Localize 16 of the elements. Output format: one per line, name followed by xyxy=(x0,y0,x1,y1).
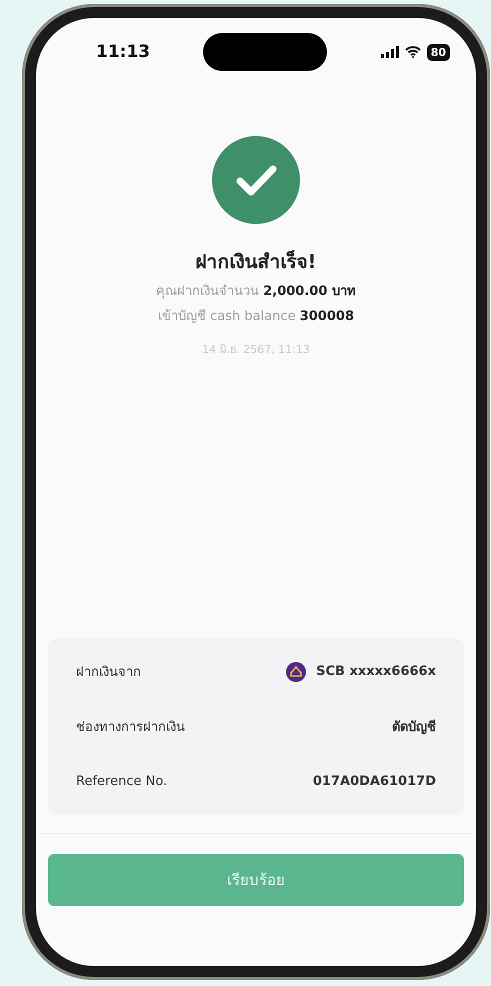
detail-label: ช่องทางการฝากเงิน xyxy=(76,719,185,737)
success-check-icon xyxy=(212,136,300,224)
done-button[interactable]: เรียบร้อย xyxy=(48,854,464,906)
detail-label: ฝากเงินจาก xyxy=(76,664,141,682)
wifi-icon xyxy=(404,46,421,58)
success-title: ฝากเงินสำเร็จ! xyxy=(196,249,316,275)
detail-value: 017A0DA61017D xyxy=(312,774,436,789)
deposit-summary: คุณฝากเงินจำนวน 2,000.00 บาท xyxy=(156,283,356,301)
battery-level: 80 xyxy=(426,44,450,60)
detail-label: Reference No. xyxy=(76,774,168,789)
detail-value: SCB xxxxx6666x xyxy=(316,664,436,679)
status-time: 11:13 xyxy=(96,42,150,62)
detail-value: ตัดบัญชี xyxy=(392,718,436,737)
bank-logo-icon xyxy=(286,662,306,682)
deposit-summary: เข้าบัญชี cash balance 300008 xyxy=(158,308,354,326)
signal-icon xyxy=(380,46,399,58)
